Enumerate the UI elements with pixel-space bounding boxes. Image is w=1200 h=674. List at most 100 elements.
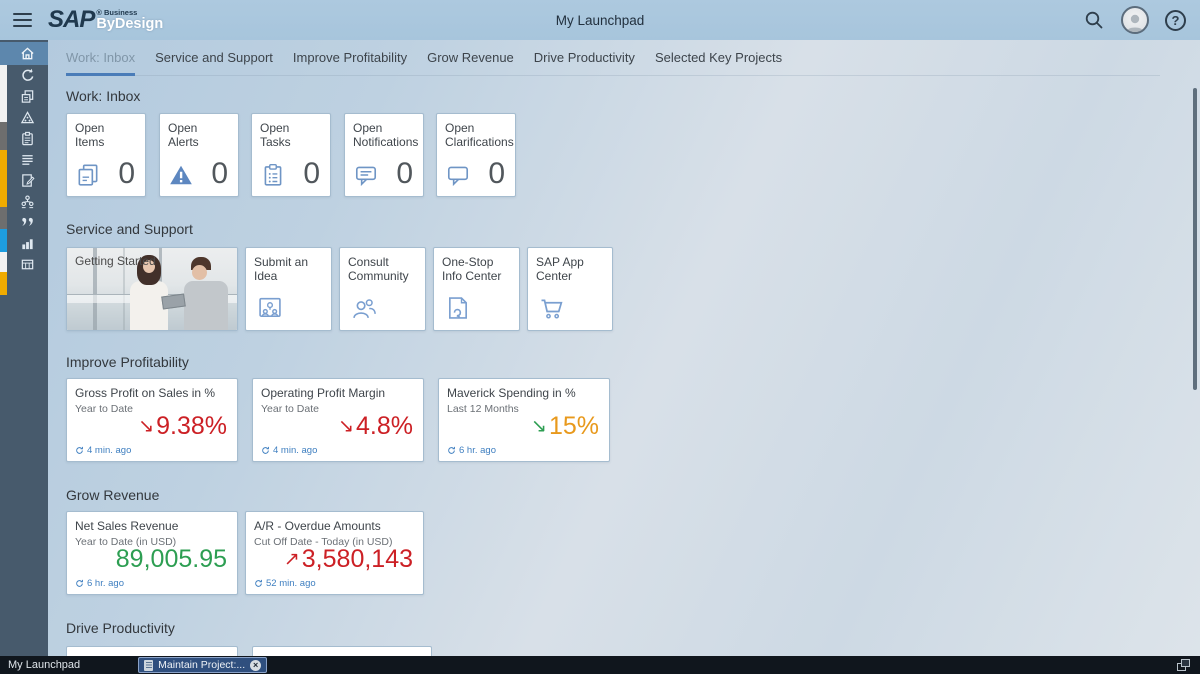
tile-refresh-status: 4 min. ago	[75, 445, 131, 456]
refresh-icon	[447, 446, 456, 455]
tile-title: SAP App Center	[528, 248, 612, 283]
pyramid-icon	[20, 110, 35, 125]
tile-title: Operating Profit Margin	[253, 379, 423, 400]
tile-title: Consult Community	[340, 248, 425, 283]
help-icon[interactable]: ?	[1165, 10, 1186, 31]
user-avatar[interactable]	[1121, 6, 1149, 34]
sidebar-color-rail	[0, 40, 7, 656]
sidebar-item-list[interactable]	[7, 149, 48, 170]
document-edit-icon	[20, 173, 35, 188]
refresh-icon	[75, 446, 84, 455]
kpi-tile-gross-profit[interactable]: Gross Profit on Sales in % Year to Date …	[66, 378, 238, 462]
task-clipboard-icon	[260, 162, 286, 188]
tile-partial[interactable]	[252, 646, 432, 656]
refresh-icon	[254, 579, 263, 588]
sidebar-item-calculator[interactable]	[7, 254, 48, 275]
tile-title: Open Tasks	[252, 114, 330, 149]
launchpad-tab-bar: Work: Inbox Service and Support Improve …	[66, 50, 1160, 76]
tile-title: Submit an Idea	[246, 248, 331, 283]
kpi-number: 89,005.95	[116, 546, 227, 572]
tile-open-notifications[interactable]: Open Notifications 0	[344, 113, 424, 197]
sidebar-item-worklist[interactable]	[7, 128, 48, 149]
sidebar-item-feedback[interactable]	[7, 212, 48, 233]
tile-open-clarifications[interactable]: Open Clarifications 0	[436, 113, 516, 197]
kpi-value: ↗ 3,580,143	[284, 546, 413, 572]
kpi-tile-maverick-spending[interactable]: Maverick Spending in % Last 12 Months ↘ …	[438, 378, 610, 462]
tab-grow-revenue[interactable]: Grow Revenue	[427, 50, 514, 76]
alert-triangle-icon	[168, 162, 194, 188]
sidebar-item-home[interactable]	[0, 42, 48, 65]
refresh-time: 6 hr. ago	[459, 445, 496, 456]
taskbar-my-launchpad[interactable]: My Launchpad	[0, 656, 90, 674]
close-icon[interactable]: ×	[250, 660, 261, 671]
tile-count: 0	[488, 160, 505, 188]
restore-windows-icon[interactable]	[1177, 659, 1190, 671]
tile-consult-community[interactable]: Consult Community	[339, 247, 426, 331]
community-people-icon	[350, 294, 378, 322]
tab-drive-productivity[interactable]: Drive Productivity	[534, 50, 635, 76]
sidebar-item-analytics[interactable]	[7, 233, 48, 254]
kpi-number: 4.8%	[356, 413, 413, 439]
refresh-icon	[75, 579, 84, 588]
tile-title: Open Notifications	[345, 114, 423, 149]
tile-refresh-status: 6 hr. ago	[75, 578, 124, 589]
tile-title: Maverick Spending in %	[439, 379, 609, 400]
tile-getting-started[interactable]: Getting Started	[66, 247, 238, 331]
kpi-tile-ar-overdue-amounts[interactable]: A/R - Overdue Amounts Cut Off Date - Tod…	[245, 511, 424, 595]
bottom-taskbar: My Launchpad Maintain Project:... ×	[0, 656, 1200, 674]
top-bar: SAP ® Business ByDesign My Launchpad ?	[0, 0, 1200, 40]
tile-refresh-status: 6 hr. ago	[447, 445, 496, 456]
refresh-time: 6 hr. ago	[87, 578, 124, 589]
page-title: My Launchpad	[0, 13, 1200, 28]
list-icon	[20, 152, 35, 167]
tab-work-inbox[interactable]: Work: Inbox	[66, 50, 135, 76]
copy-documents-icon	[75, 162, 101, 188]
tile-title: Getting Started	[75, 254, 156, 268]
vertical-scrollbar-thumb[interactable]	[1193, 88, 1197, 390]
tab-selected-key-projects[interactable]: Selected Key Projects	[655, 50, 782, 76]
tile-open-tasks[interactable]: Open Tasks 0	[251, 113, 331, 197]
sidebar-item-reports[interactable]	[7, 170, 48, 191]
home-icon	[20, 46, 35, 61]
sidebar-item-people[interactable]	[7, 191, 48, 212]
section-heading-grow-revenue: Grow Revenue	[66, 487, 159, 503]
sidebar-item-feed[interactable]	[7, 65, 48, 86]
tile-title: Net Sales Revenue	[67, 512, 237, 533]
trend-down-icon: ↘	[531, 417, 547, 436]
kpi-number: 15%	[549, 413, 599, 439]
search-icon[interactable]	[1083, 9, 1105, 31]
tile-title: A/R - Overdue Amounts	[246, 512, 423, 533]
calculator-icon	[20, 257, 35, 272]
tile-partial[interactable]	[66, 646, 238, 656]
tile-count: 0	[396, 160, 413, 188]
tab-improve-profitability[interactable]: Improve Profitability	[293, 50, 407, 76]
sidebar-item-hierarchy[interactable]	[7, 107, 48, 128]
kpi-number: 9.38%	[156, 413, 227, 439]
section-heading-improve-profitability: Improve Profitability	[66, 354, 189, 370]
tile-count: 0	[303, 160, 320, 188]
idea-people-frame-icon	[256, 294, 284, 322]
quotes-icon	[20, 215, 35, 230]
documents-chart-icon	[20, 89, 35, 104]
section-heading-drive-productivity: Drive Productivity	[66, 620, 175, 636]
taskbar-tab-label: Maintain Project:...	[158, 659, 245, 671]
tile-open-items[interactable]: Open Items 0	[66, 113, 146, 197]
left-sidebar	[0, 40, 48, 656]
kpi-tile-operating-profit-margin[interactable]: Operating Profit Margin Year to Date ↘ 4…	[252, 378, 424, 462]
tile-sap-app-center[interactable]: SAP App Center	[527, 247, 613, 331]
tile-one-stop-info-center[interactable]: One-Stop Info Center	[433, 247, 520, 331]
refresh-time: 4 min. ago	[87, 445, 131, 456]
tab-service-and-support[interactable]: Service and Support	[155, 50, 273, 76]
tile-title: One-Stop Info Center	[434, 248, 519, 283]
launchpad-page: SAP ® Business ByDesign My Launchpad ?	[0, 0, 1200, 674]
sidebar-item-documents[interactable]	[7, 86, 48, 107]
tile-count: 0	[118, 160, 135, 188]
shopping-cart-icon	[538, 294, 566, 322]
tile-open-alerts[interactable]: Open Alerts 0	[159, 113, 239, 197]
kpi-tile-net-sales-revenue[interactable]: Net Sales Revenue Year to Date (in USD) …	[66, 511, 238, 595]
kpi-value: 89,005.95	[116, 546, 227, 572]
taskbar-tab-maintain-project[interactable]: Maintain Project:... ×	[138, 657, 267, 673]
tile-submit-an-idea[interactable]: Submit an Idea	[245, 247, 332, 331]
document-icon	[144, 660, 153, 671]
trend-down-icon: ↘	[338, 417, 354, 436]
